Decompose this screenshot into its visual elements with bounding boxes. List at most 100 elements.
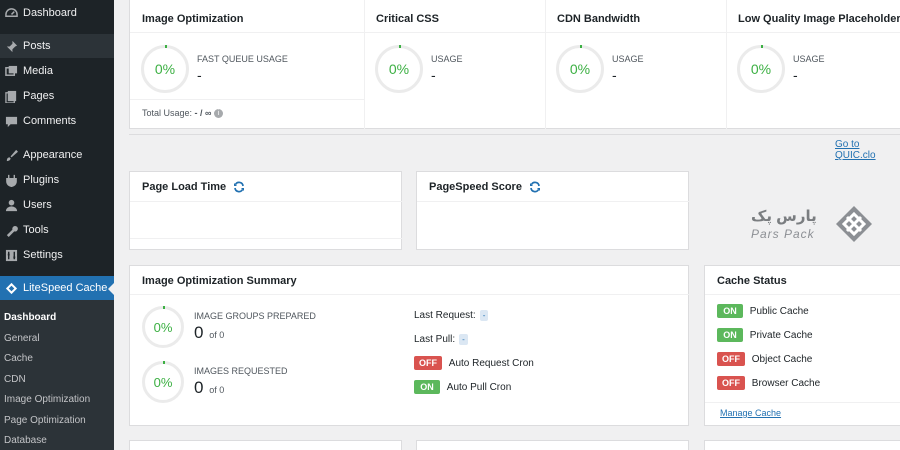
sidebar-item-label: Plugins (23, 174, 60, 186)
summary-title: Image Optimization Summary (142, 275, 297, 287)
plugin-icon (4, 173, 18, 187)
sidebar-item-users[interactable]: Users (0, 193, 114, 217)
sidebar-item-dashboard[interactable]: Dashboard (0, 1, 114, 25)
submenu-database[interactable]: Database (4, 435, 47, 446)
cache-status-panel: Cache Status ON Public Cache ON Private … (704, 265, 900, 426)
refresh-icon[interactable] (233, 181, 245, 193)
sidebar-item-comments[interactable]: Comments (0, 109, 114, 133)
submenu-page-optimization[interactable]: Page Optimization (4, 415, 86, 426)
cache-status-title: Cache Status (717, 275, 787, 287)
cache-row: ON Private Cache (717, 328, 813, 342)
image-optimization-title: Image Optimization (142, 13, 244, 25)
pagespeed-score-panel: PageSpeed Score (416, 171, 690, 250)
images-requested-percent: 0% (153, 374, 173, 390)
images-requested-label: IMAGES REQUESTED (194, 366, 288, 376)
sidebar-item-tools[interactable]: Tools (0, 218, 114, 242)
parspack-logo-fa: پارس پک (751, 208, 817, 225)
submenu-general[interactable]: General (4, 333, 40, 344)
manage-cache-link[interactable]: Manage Cache (720, 408, 781, 418)
info-icon[interactable]: i (213, 109, 223, 119)
fast-queue-label: FAST QUEUE USAGE (197, 54, 288, 64)
submenu-cache[interactable]: Cache (4, 353, 33, 364)
page-load-time-panel: Page Load Time (129, 171, 403, 250)
media-icon (4, 64, 18, 78)
groups-prepared-count: 0 of 0 (194, 323, 224, 343)
bottom-panel-3 (704, 440, 900, 450)
sidebar-item-settings[interactable]: Settings (0, 243, 114, 267)
critical-css-ring: 0% (375, 45, 423, 93)
page-load-time-title: Page Load Time (142, 181, 245, 193)
browser-cache-label: Browser Cache (751, 378, 821, 389)
last-request: Last Request: - (414, 310, 489, 321)
cache-row: ON Public Cache (717, 304, 809, 318)
page-load-time-label: Page Load Time (142, 181, 227, 193)
critical-css-usage-label: USAGE (431, 54, 463, 64)
public-cache-toggle[interactable]: ON (717, 304, 743, 318)
bottom-panel-1 (129, 440, 402, 450)
private-cache-label: Private Cache (749, 330, 813, 341)
cache-row: OFF Browser Cache (717, 376, 820, 390)
sidebar-item-appearance[interactable]: Appearance (0, 143, 114, 167)
sidebar-item-label: Posts (23, 40, 51, 52)
images-requested-value: 0 (194, 378, 204, 397)
sidebar-item-litespeed-cache[interactable]: LiteSpeed Cache (0, 276, 114, 300)
last-request-value: - (479, 310, 489, 321)
users-icon (4, 198, 18, 212)
cdn-bandwidth-percent: 0% (569, 61, 591, 77)
public-cache-label: Public Cache (749, 306, 809, 317)
browser-cache-toggle[interactable]: OFF (717, 376, 745, 390)
groups-prepared-of: of 0 (209, 330, 225, 340)
images-requested-count: 0 of 0 (194, 378, 224, 398)
critical-css-title: Critical CSS (376, 13, 439, 25)
sidebar-item-label: Tools (23, 224, 49, 236)
brush-icon (4, 148, 18, 162)
sidebar-item-label: Comments (23, 115, 77, 127)
litespeed-icon (4, 281, 18, 295)
cdn-bandwidth-title: CDN Bandwidth (557, 13, 641, 25)
auto-request-label: Auto Request Cron (448, 358, 534, 369)
sidebar-item-posts[interactable]: Posts (0, 34, 114, 58)
sidebar-item-label: Users (23, 199, 52, 211)
critical-css-usage-value: - (431, 67, 436, 83)
images-requested-ring: 0% (142, 361, 184, 403)
litespeed-submenu: Dashboard General Cache CDN Image Optimi… (0, 300, 114, 450)
auto-request-cron: OFF Auto Request Cron (414, 356, 534, 370)
groups-prepared-ring: 0% (142, 306, 184, 348)
last-pull: Last Pull: - (414, 334, 468, 345)
sidebar-item-label: Pages (23, 90, 55, 102)
sidebar-item-plugins[interactable]: Plugins (0, 168, 114, 192)
auto-request-toggle[interactable]: OFF (414, 356, 442, 370)
images-requested-of: of 0 (209, 385, 225, 395)
pagespeed-score-label: PageSpeed Score (429, 181, 522, 193)
parspack-diamond-icon (836, 206, 872, 242)
last-pull-value: - (459, 334, 468, 345)
cdn-bandwidth-ring: 0% (556, 45, 604, 93)
auto-pull-cron: ON Auto Pull Cron (414, 380, 511, 394)
quic-cloud-link[interactable]: Go to QUIC.clo (835, 139, 900, 161)
object-cache-label: Object Cache (751, 354, 813, 365)
lqip-percent: 0% (750, 61, 772, 77)
object-cache-toggle[interactable]: OFF (717, 352, 745, 366)
settings-icon (4, 248, 18, 262)
submenu-cdn[interactable]: CDN (4, 374, 26, 385)
sidebar-item-label: Media (23, 65, 53, 77)
private-cache-toggle[interactable]: ON (717, 328, 743, 342)
groups-prepared-label: IMAGE GROUPS PREPARED (194, 311, 316, 321)
sidebar-item-media[interactable]: Media (0, 59, 114, 83)
sidebar-item-label: Settings (23, 249, 63, 261)
auto-pull-toggle[interactable]: ON (414, 380, 440, 394)
fast-queue-value: - (197, 67, 202, 83)
critical-css-percent: 0% (388, 61, 410, 77)
usage-panel: Image Optimization 0% FAST QUEUE USAGE -… (129, 0, 900, 130)
wrench-icon (4, 223, 18, 237)
sidebar-item-label: Appearance (23, 149, 83, 161)
cache-row: OFF Object Cache (717, 352, 812, 366)
submenu-image-optimization[interactable]: Image Optimization (4, 394, 90, 405)
parspack-logo: پارس پک Pars Pack (751, 205, 900, 250)
image-optimization-percent: 0% (154, 61, 176, 77)
submenu-dashboard[interactable]: Dashboard (4, 312, 56, 323)
lqip-usage-label: USAGE (793, 54, 825, 64)
lqip-ring: 0% (737, 45, 785, 93)
sidebar-item-pages[interactable]: Pages (0, 84, 114, 108)
refresh-icon[interactable] (529, 181, 541, 193)
